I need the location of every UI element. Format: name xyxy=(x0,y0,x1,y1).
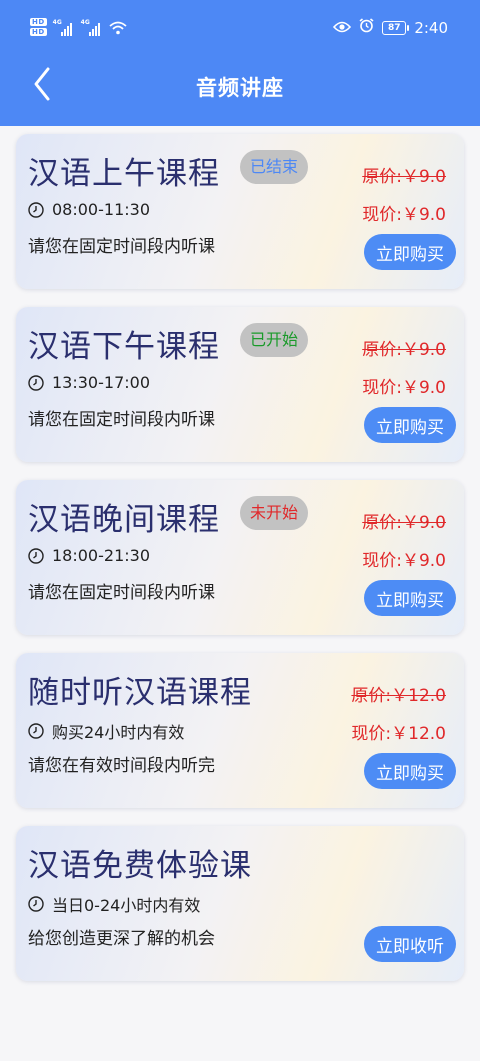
course-title: 随时听汉语课程 xyxy=(28,675,252,711)
buy-now-button[interactable]: 立即购买 xyxy=(364,407,456,443)
current-price: 现价:￥9.0 xyxy=(362,551,446,571)
signal-icon-2: 4G xyxy=(80,19,103,36)
course-time: 13:30-17:00 xyxy=(52,373,150,392)
signal-icon: 4G xyxy=(52,19,75,36)
original-price: 原价:￥9.0 xyxy=(362,340,446,360)
course-card-anytime[interactable]: 随时听汉语课程 原价:￥12.0 购买24小时内有效 现价:￥12.0 请您在有… xyxy=(16,653,464,808)
buy-now-button[interactable]: 立即购买 xyxy=(364,753,456,789)
course-time: 当日0-24小时内有效 xyxy=(52,896,201,915)
time-row: 13:30-17:00 xyxy=(28,373,150,392)
current-price: 现价:￥12.0 xyxy=(351,724,446,744)
hd-indicator: HD HD xyxy=(30,18,47,38)
current-price: 现价:￥9.0 xyxy=(362,205,446,225)
clock-icon xyxy=(28,201,44,218)
hd-label-2: HD xyxy=(30,28,47,36)
buy-now-button[interactable]: 立即购买 xyxy=(364,580,456,616)
alarm-icon xyxy=(359,18,374,37)
listen-now-button[interactable]: 立即收听 xyxy=(364,926,456,962)
clock-time: 2:40 xyxy=(414,18,448,37)
course-card-morning[interactable]: 汉语上午课程 已结束 原价:￥9.0 08:00-11:30 现价:￥9.0 请… xyxy=(16,134,464,289)
course-card-afternoon[interactable]: 汉语下午课程 已开始 原价:￥9.0 13:30-17:00 现价:￥9.0 请… xyxy=(16,307,464,462)
course-title: 汉语上午课程 xyxy=(28,156,220,192)
network-type-1: 4G xyxy=(52,19,62,26)
course-title: 汉语免费体验课 xyxy=(28,848,252,884)
clock-icon xyxy=(28,374,44,391)
app-header: HD HD 4G 4G 87 2:40 音频讲座 xyxy=(0,0,480,126)
course-title: 汉语晚间课程 xyxy=(28,502,220,538)
buy-now-button[interactable]: 立即购买 xyxy=(364,234,456,270)
status-bar: HD HD 4G 4G 87 2:40 xyxy=(0,0,480,56)
page-title: 音频讲座 xyxy=(196,76,284,100)
course-description: 请您在固定时间段内听课 xyxy=(28,237,215,257)
clock-icon xyxy=(28,547,44,564)
course-description: 给您创造更深了解的机会 xyxy=(28,929,215,949)
clock-icon xyxy=(28,723,44,739)
clock-icon xyxy=(28,896,44,912)
status-badge-ended: 已结束 xyxy=(240,150,309,184)
course-time: 购买24小时内有效 xyxy=(52,723,185,742)
original-price: 原价:￥9.0 xyxy=(362,513,446,533)
course-description: 请您在固定时间段内听课 xyxy=(28,410,215,430)
original-price: 原价:￥9.0 xyxy=(362,167,446,187)
network-type-2: 4G xyxy=(80,19,90,26)
course-time: 18:00-21:30 xyxy=(52,546,150,565)
hd-label-1: HD xyxy=(30,18,47,26)
eye-icon xyxy=(333,19,352,37)
time-row: 购买24小时内有效 xyxy=(28,719,184,743)
course-description: 请您在有效时间段内听完 xyxy=(28,756,215,776)
time-row: 当日0-24小时内有效 xyxy=(28,892,200,916)
time-row: 18:00-21:30 xyxy=(28,546,150,565)
status-badge-not-started: 未开始 xyxy=(240,496,309,530)
course-time: 08:00-11:30 xyxy=(52,200,150,219)
course-title: 汉语下午课程 xyxy=(28,329,220,365)
status-right: 87 2:40 xyxy=(333,18,448,37)
battery-icon: 87 xyxy=(382,20,410,35)
course-description: 请您在固定时间段内听课 xyxy=(28,583,215,603)
original-price: 原价:￥12.0 xyxy=(351,686,446,706)
current-price: 现价:￥9.0 xyxy=(362,378,446,398)
time-row: 08:00-11:30 xyxy=(28,200,150,219)
status-left: HD HD 4G 4G xyxy=(30,18,127,38)
status-badge-started: 已开始 xyxy=(240,323,309,357)
nav-bar: 音频讲座 xyxy=(0,56,480,118)
course-card-evening[interactable]: 汉语晚间课程 未开始 原价:￥9.0 18:00-21:30 现价:￥9.0 请… xyxy=(16,480,464,635)
wifi-icon xyxy=(109,21,127,35)
course-card-free-trial[interactable]: 汉语免费体验课 当日0-24小时内有效 给您创造更深了解的机会 立即收听 xyxy=(16,826,464,981)
course-list: 汉语上午课程 已结束 原价:￥9.0 08:00-11:30 现价:￥9.0 请… xyxy=(16,134,464,999)
